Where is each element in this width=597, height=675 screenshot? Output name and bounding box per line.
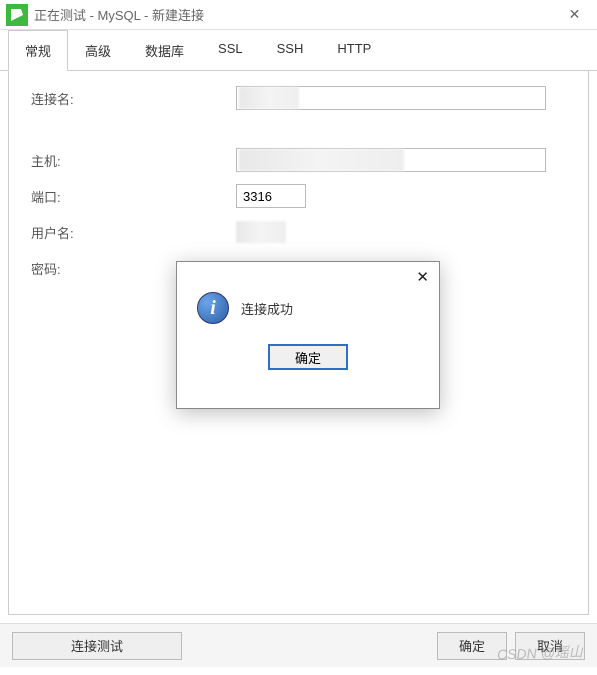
info-icon: i	[197, 292, 229, 324]
modal-ok-button[interactable]: 确定	[268, 344, 348, 370]
modal-overlay: ✕ i 连接成功 确定	[0, 0, 597, 675]
close-icon[interactable]: ✕	[416, 268, 429, 286]
modal-message: 连接成功	[241, 299, 293, 318]
modal-dialog: ✕ i 连接成功 确定	[176, 261, 440, 409]
